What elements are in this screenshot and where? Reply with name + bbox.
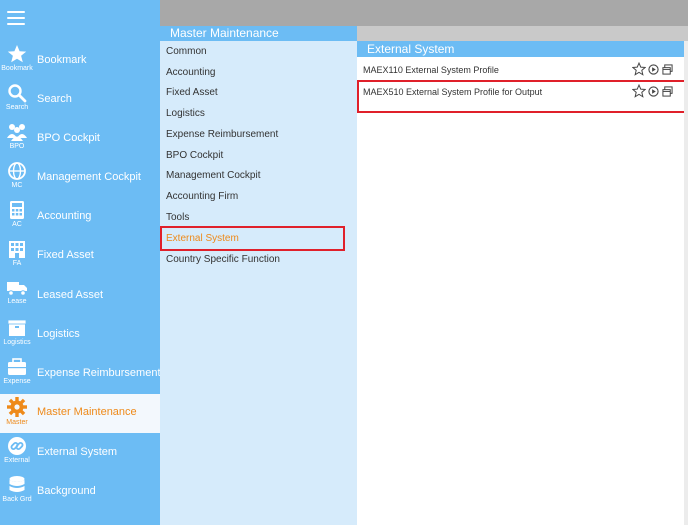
sidebar-item-leased-asset[interactable]: Lease Leased Asset — [0, 277, 160, 316]
database-icon: Back Grd — [1, 475, 33, 511]
sidebar-item-label: Background — [37, 485, 96, 497]
program-actions — [631, 83, 673, 100]
selection-highlight-box — [160, 226, 345, 251]
sidebar-item-master-maintenance[interactable]: Master Master Maintenance — [0, 394, 160, 433]
program-label: MAEX510 External System Profile for Outp… — [363, 87, 543, 97]
menu-item-bpo-cockpit[interactable]: BPO Cockpit — [166, 150, 223, 161]
master-maintenance-panel: Master Maintenance Common Accounting Fix… — [160, 26, 357, 525]
sidebar-item-expense-reimbursement[interactable]: Expense Expense Reimbursement — [0, 355, 161, 394]
star-icon: Bookmark — [1, 44, 33, 80]
top-overlay-strip-secondary — [357, 26, 688, 41]
wallet-icon: Expense — [1, 357, 33, 393]
sidebar-item-management-cockpit[interactable]: MC Management Cockpit — [0, 159, 160, 198]
building-icon: FA — [1, 239, 33, 275]
gear-icon: Master — [1, 396, 33, 432]
run-circle-icon[interactable] — [648, 85, 660, 99]
menu-item-country-specific-function[interactable]: Country Specific Function — [166, 254, 280, 265]
menu-item-common[interactable]: Common — [166, 46, 207, 57]
truck-icon: Lease — [1, 279, 33, 315]
menu-item-accounting[interactable]: Accounting — [166, 67, 215, 78]
sidebar-item-label: Bookmark — [37, 54, 87, 66]
sidebar-item-label: Accounting — [37, 210, 92, 222]
sidebar-item-label: External System — [37, 446, 118, 458]
sidebar-item-external-system[interactable]: External External System — [0, 434, 160, 473]
run-circle-icon[interactable] — [648, 63, 660, 77]
external-system-panel: External System MAEX110 External System … — [357, 41, 688, 525]
people-icon: BPO — [1, 122, 33, 158]
menu-item-fixed-asset[interactable]: Fixed Asset — [166, 87, 218, 98]
panel-title: External System — [357, 41, 684, 57]
sidebar-item-label: Fixed Asset — [37, 249, 94, 261]
panel-title: Master Maintenance — [160, 26, 357, 41]
menu-item-accounting-firm[interactable]: Accounting Firm — [166, 191, 238, 202]
sidebar-item-bpo-cockpit[interactable]: BPO BPO Cockpit — [0, 120, 160, 159]
menu-item-expense-reimbursement[interactable]: Expense Reimbursement — [166, 129, 278, 140]
open-window-icon[interactable] — [662, 63, 673, 77]
hamburger-menu-icon[interactable] — [7, 11, 25, 25]
sidebar-item-fixed-asset[interactable]: FA Fixed Asset — [0, 237, 160, 276]
sidebar-item-label: Expense Reimbursement — [37, 367, 161, 379]
right-edge-background — [684, 41, 688, 525]
sidebar: Bookmark Bookmark Search Search BPO BPO … — [0, 0, 161, 525]
sidebar-item-label: Search — [37, 93, 72, 105]
program-row-maex510[interactable]: MAEX510 External System Profile for Outp… — [357, 80, 688, 113]
sidebar-item-label: BPO Cockpit — [37, 132, 100, 144]
link-icon: External — [1, 436, 33, 472]
open-window-icon[interactable] — [662, 85, 673, 99]
menu-item-tools[interactable]: Tools — [166, 212, 189, 223]
sidebar-item-search[interactable]: Search Search — [0, 81, 160, 120]
sidebar-item-bookmark[interactable]: Bookmark Bookmark — [0, 42, 160, 81]
sidebar-item-accounting[interactable]: AC Accounting — [0, 198, 160, 237]
sidebar-item-label: Management Cockpit — [37, 171, 141, 183]
bookmark-star-icon[interactable] — [631, 61, 647, 78]
calculator-icon: AC — [1, 200, 33, 236]
menu-item-management-cockpit[interactable]: Management Cockpit — [166, 170, 261, 181]
sidebar-item-label: Leased Asset — [37, 289, 104, 301]
bookmark-star-icon[interactable] — [631, 83, 647, 100]
program-row-maex110[interactable]: MAEX110 External System Profile — [363, 61, 681, 80]
sidebar-item-label: Master Maintenance — [37, 406, 137, 418]
menu-item-logistics[interactable]: Logistics — [166, 108, 205, 119]
top-overlay-strip — [160, 0, 688, 26]
program-actions — [631, 61, 673, 78]
sidebar-item-logistics[interactable]: Logistics Logistics — [0, 316, 160, 355]
box-icon: Logistics — [1, 318, 33, 354]
globe-icon: MC — [1, 161, 33, 197]
sidebar-item-background[interactable]: Back Grd Background — [0, 473, 160, 512]
sidebar-item-label: Logistics — [37, 328, 80, 340]
search-icon: Search — [1, 83, 33, 119]
program-label: MAEX110 External System Profile — [363, 65, 499, 75]
